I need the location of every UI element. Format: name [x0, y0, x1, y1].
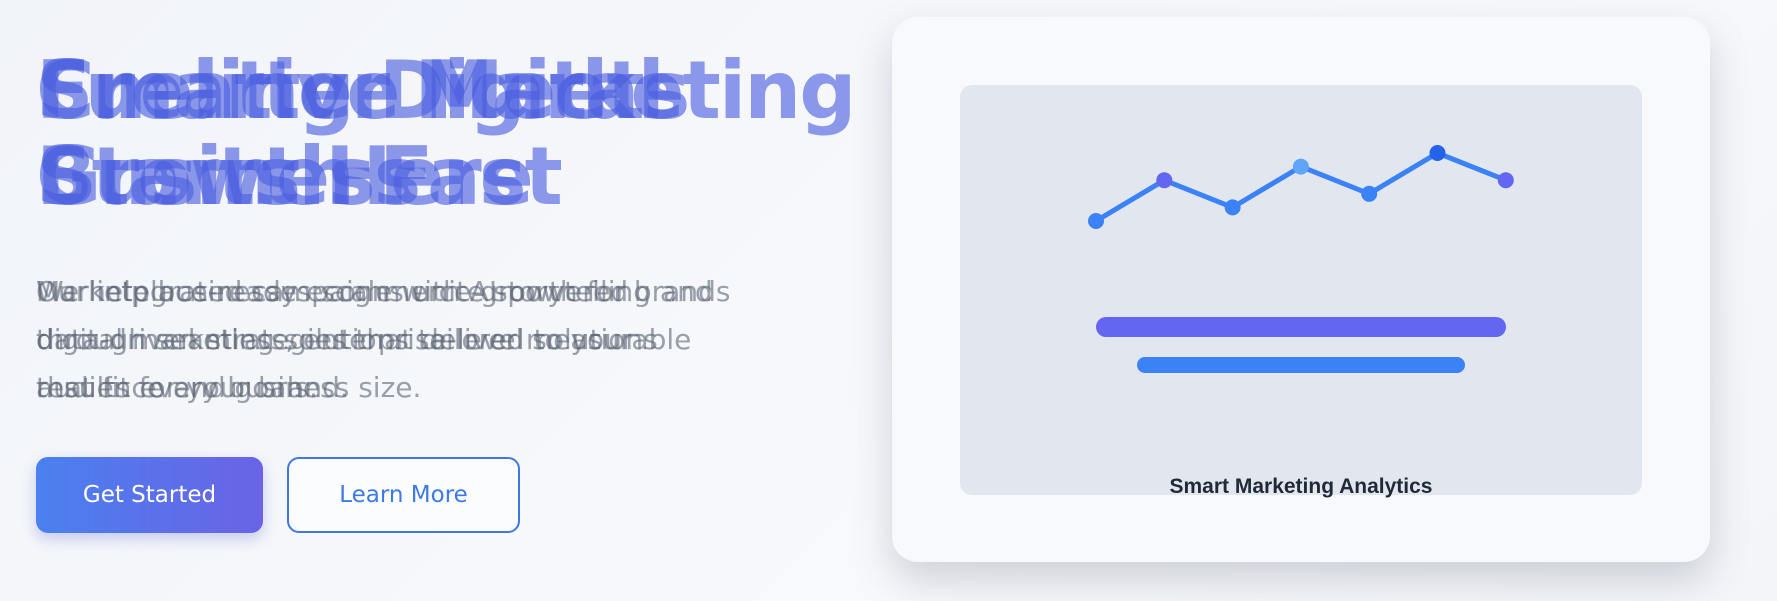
hero-headline-line: Fueling Digital	[36, 44, 665, 137]
trend-point	[1429, 145, 1446, 161]
trend-point	[1292, 158, 1309, 175]
trend-point	[1361, 185, 1378, 202]
hero-headline: Fueling Digital Growth Fast	[36, 48, 856, 220]
analytics-bar-long	[1096, 317, 1506, 337]
get-started-button[interactable]: Get Started	[36, 457, 263, 533]
hero-description: Marketplace-ready ecommerce growth for b…	[36, 268, 796, 412]
analytics-caption: Smart Marketing Analytics	[1169, 475, 1433, 498]
trend-point	[1224, 199, 1241, 216]
trend-point	[1497, 172, 1514, 189]
trend-illustration	[1088, 145, 1514, 373]
learn-more-button[interactable]: Learn More	[287, 457, 520, 533]
analytics-illustration-panel	[960, 85, 1642, 495]
trend-point	[1088, 213, 1104, 229]
analytics-bar-short	[1137, 357, 1465, 373]
hero-description-line: through seamless, enterprise-level solut…	[36, 323, 658, 356]
hero-description-line: that fit every business size.	[36, 371, 422, 404]
analytics-card: Smart Marketing Analytics	[892, 17, 1710, 562]
trend-point	[1156, 172, 1173, 189]
hero-headline-line: Growth Fast	[36, 130, 563, 223]
hero-description-line: Marketplace-ready ecommerce growth for b…	[36, 275, 731, 308]
